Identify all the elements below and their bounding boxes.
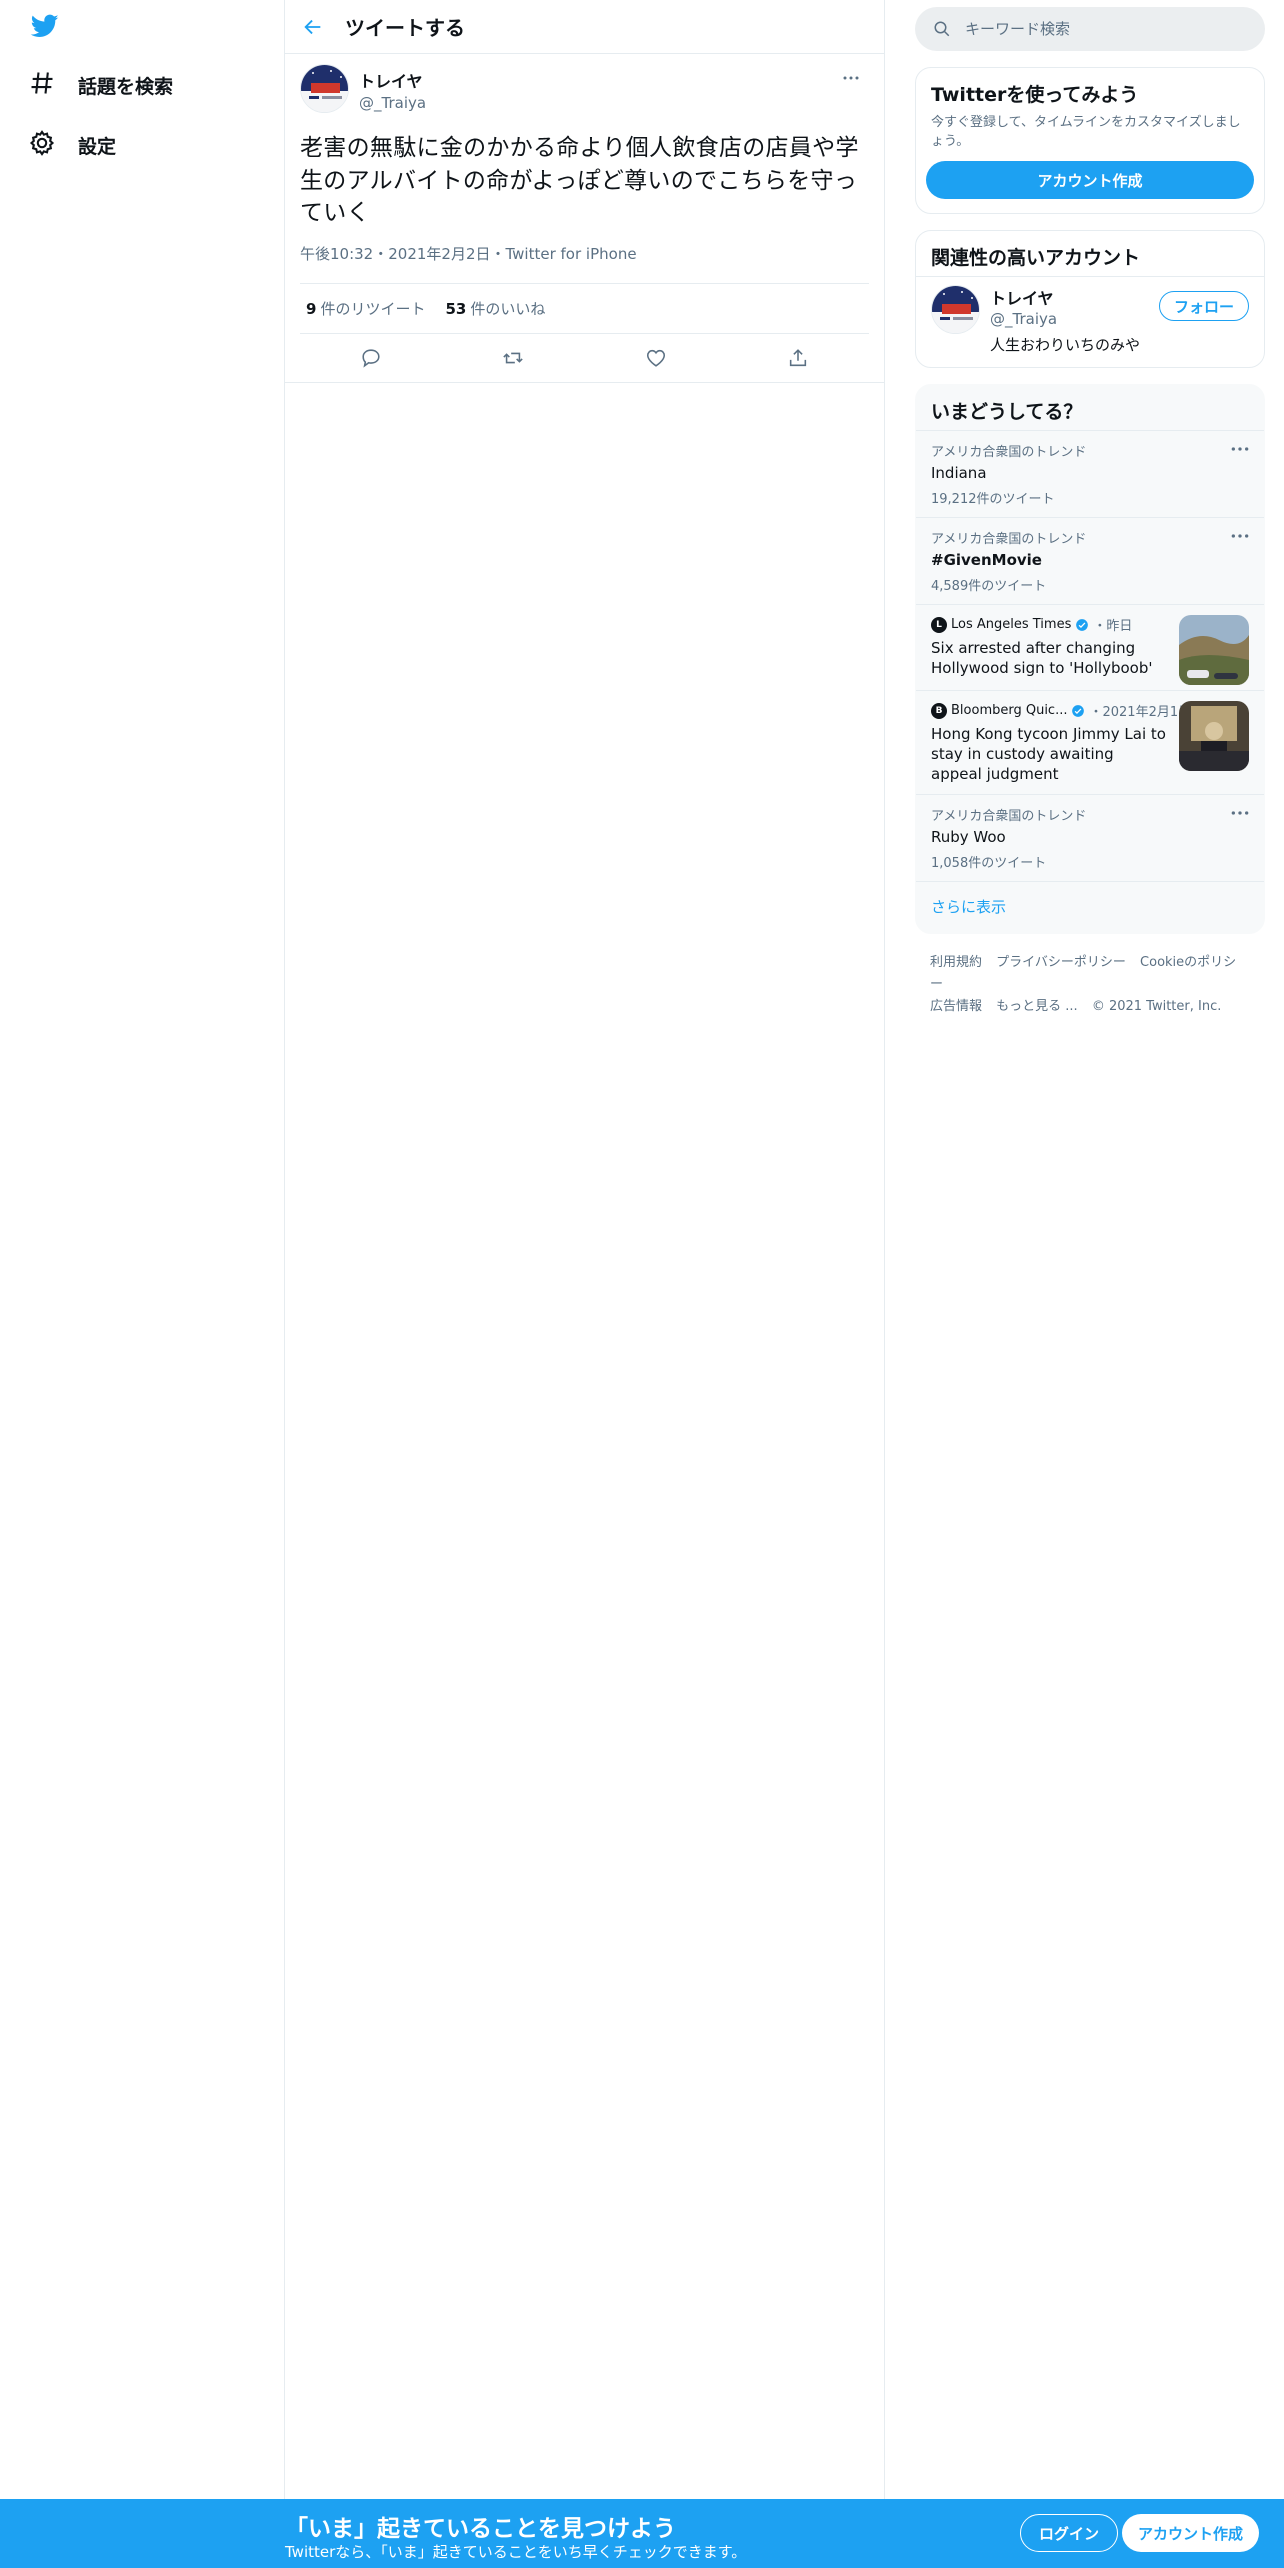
bottom-bar-title: 「いま」起きていることを見つけよう (285, 2516, 676, 2542)
like-count: 53 (445, 299, 467, 318)
related-account[interactable]: トレイヤ @_Traiya 人生おわりいちのみや フォロー (916, 276, 1264, 367)
reply-icon (362, 349, 380, 368)
news-time: ・2021年2月1日 (1089, 705, 1192, 720)
trend-item[interactable]: アメリカ合衆国のトレンド #GivenMovie 4,589件のツイート (916, 517, 1264, 604)
nav-item-settings[interactable]: 設定 (28, 125, 116, 165)
avatar[interactable] (931, 285, 980, 334)
tweet-detail: トレイヤ @_Traiya 老害の無駄に金のかかる命より個人飲食店の店員や学生の… (285, 54, 884, 382)
news-thumbnail (1179, 615, 1249, 685)
page-title: ツイートする (345, 16, 465, 40)
news-headline: Hong Kong tycoon Jimmy Lai to stay in cu… (931, 725, 1166, 783)
news-time: ・昨日 (1093, 619, 1133, 634)
tweet-stats: 9 件のリツイート 53 件のいいね (300, 284, 869, 334)
trend-count: 4,589件のツイート (931, 579, 1047, 594)
retweet-button[interactable] (493, 338, 533, 378)
retweet-label: 件のリツイート (320, 299, 426, 318)
heart-icon (646, 349, 665, 367)
trend-context: アメリカ合衆国のトレンド (931, 809, 1087, 824)
page: 話題を検索 設定 ツイートする トレイヤ @_Traiya 老害の無駄に金のかか… (0, 0, 1284, 2568)
news-headline: Six arrested after changing Hollywood si… (931, 639, 1153, 677)
back-arrow-icon (304, 19, 321, 34)
show-more-link[interactable]: さらに表示 (916, 881, 1264, 933)
search-input[interactable] (965, 20, 1225, 38)
news-source: Los Angeles Times (951, 617, 1072, 632)
retweet-count: 9 (306, 299, 317, 318)
trend-name: Ruby Woo (931, 828, 1006, 846)
create-account-button[interactable]: アカウント作成 (926, 161, 1254, 199)
gear-icon (28, 129, 56, 162)
trend-item[interactable]: アメリカ合衆国のトレンド Ruby Woo 1,058件のツイート (916, 794, 1264, 881)
account-handle: @_Traiya (990, 310, 1058, 328)
bottom-signup-bar: 「いま」起きていることを見つけよう Twitterなら、「いま」起きていることを… (0, 2499, 1284, 2568)
related-accounts-card: 関連性の高いアカウント トレイヤ @_Traiya 人生おわりいちのみや フォロ… (915, 230, 1265, 368)
signup-button[interactable]: アカウント作成 (1122, 2514, 1260, 2552)
news-item[interactable]: B Bloomberg Quic... ・2021年2月1日 Hong Kong… (916, 690, 1264, 794)
more-dots-icon (843, 76, 859, 80)
follow-button[interactable]: フォロー (1158, 291, 1249, 321)
news-thumbnail (1179, 701, 1249, 771)
source-logo-icon: B (931, 702, 947, 719)
source-logo-icon: L (931, 616, 947, 633)
trend-context: アメリカ合衆国のトレンド (931, 532, 1087, 547)
trends-card: いまどうしてる？ アメリカ合衆国のトレンド Indiana 19,212件のツイ… (915, 384, 1265, 934)
trend-context: アメリカ合衆国のトレンド (931, 445, 1087, 460)
nav-item-explore[interactable]: 話題を検索 (28, 65, 173, 105)
main-header: ツイートする (285, 0, 884, 54)
like-stat[interactable]: 53 件のいいね (445, 298, 545, 319)
bottom-bar-subtitle: Twitterなら、「いま」起きていることをいち早くチェックできます。 (285, 2543, 747, 2561)
login-button[interactable]: ログイン (1020, 2514, 1119, 2552)
trend-name: #GivenMovie (931, 551, 1042, 569)
signup-card-description: 今すぐ登録して、タイムラインをカスタマイズしましょう。 (931, 115, 1241, 149)
ads-link[interactable]: 広告情報 (930, 999, 982, 1014)
trend-count: 19,212件のツイート (931, 492, 1055, 507)
search-bar[interactable] (915, 7, 1265, 51)
main-column: ツイートする トレイヤ @_Traiya 老害の無駄に金のかかる命より個人飲食店… (285, 0, 885, 2568)
more-link[interactable]: もっと見る ... (996, 999, 1078, 1014)
left-nav: 話題を検索 設定 (0, 0, 285, 2568)
nav-explore-label: 話題を検索 (78, 75, 174, 98)
hashtag-icon (28, 69, 56, 102)
like-button[interactable] (636, 338, 676, 378)
trend-count: 1,058件のツイート (931, 856, 1047, 871)
footer: 利用規約 プライバシーポリシー Cookieのポリシー 広告情報 もっと見る .… (915, 934, 1265, 1018)
retweet-icon (503, 352, 524, 364)
more-dots-icon[interactable] (1230, 530, 1250, 542)
back-button[interactable] (285, 0, 341, 54)
more-dots-icon[interactable] (1230, 807, 1250, 819)
news-item[interactable]: L Los Angeles Times ・昨日 Six arrested aft… (916, 604, 1264, 690)
handle[interactable]: @_Traiya (359, 94, 426, 112)
account-bio: 人生おわりいちのみや (990, 336, 1141, 354)
tweet-meta[interactable]: 午後10:32・2021年2月2日・Twitter for iPhone (300, 244, 869, 284)
divider (285, 381, 884, 383)
tweet-text: 老害の無駄に金のかかる命より個人飲食店の店員や学生のアルバイトの命がよっぽど尊い… (300, 135, 859, 227)
share-button[interactable] (778, 338, 818, 378)
related-accounts-title: 関連性の高いアカウント (931, 247, 1141, 269)
tweet-actions (300, 334, 869, 382)
trend-item[interactable]: アメリカ合衆国のトレンド Indiana 19,212件のツイート (916, 430, 1264, 517)
nav-settings-label: 設定 (78, 135, 117, 158)
privacy-link[interactable]: プライバシーポリシー (996, 955, 1126, 970)
signup-card: Twitterを使ってみよう 今すぐ登録して、タイムラインをカスタマイズしましょ… (915, 67, 1265, 214)
news-source: Bloomberg Quic... (951, 703, 1068, 718)
more-dots-icon[interactable] (1230, 443, 1250, 455)
display-name[interactable]: トレイヤ (359, 68, 426, 92)
copyright: © 2021 Twitter, Inc. (1091, 999, 1222, 1014)
twitter-bird-icon[interactable] (28, 12, 64, 42)
trends-title: いまどうしてる？ (931, 401, 1083, 423)
trend-name: Indiana (931, 464, 987, 482)
verified-badge-icon (1076, 618, 1089, 631)
right-sidebar: Twitterを使ってみよう 今すぐ登録して、タイムラインをカスタマイズしましょ… (915, 0, 1265, 1018)
avatar[interactable] (300, 64, 349, 113)
like-label: 件のいいね (470, 299, 546, 318)
more-options-button[interactable] (837, 68, 865, 88)
terms-link[interactable]: 利用規約 (930, 955, 982, 970)
signup-card-title: Twitterを使ってみよう (931, 84, 1139, 106)
retweet-stat[interactable]: 9 件のリツイート (306, 298, 425, 319)
share-icon (789, 349, 806, 367)
tweet-author: トレイヤ @_Traiya (300, 64, 869, 118)
verified-badge-icon (1072, 704, 1085, 717)
search-icon (934, 21, 950, 37)
account-name: トレイヤ (990, 289, 1054, 308)
reply-button[interactable] (351, 338, 391, 378)
